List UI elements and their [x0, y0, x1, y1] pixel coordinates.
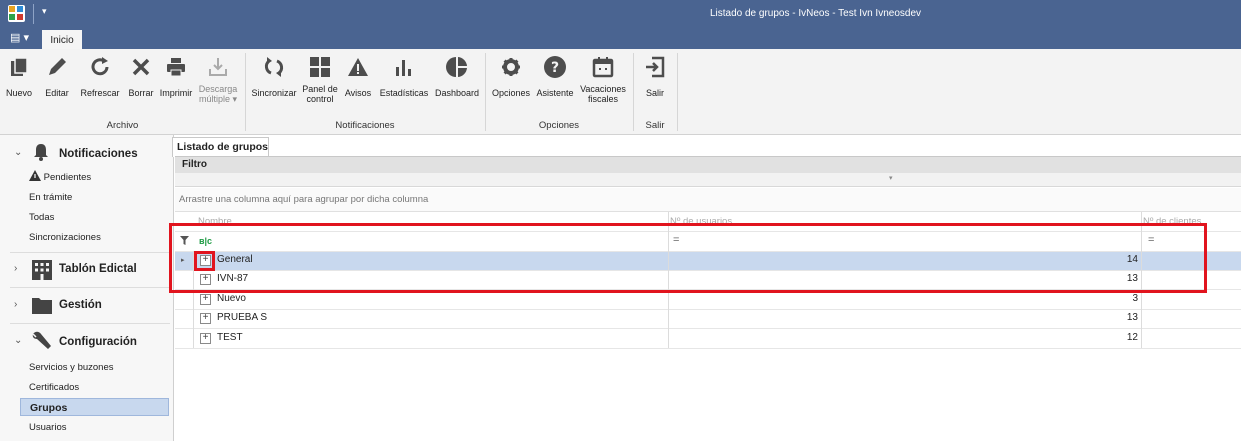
group-label-opciones: Opciones	[538, 120, 580, 131]
x-icon	[132, 58, 150, 76]
folder-icon	[32, 298, 52, 314]
table-row[interactable]: + TEST 12	[175, 329, 1241, 348]
expand-row-icon[interactable]: +	[200, 313, 211, 324]
group-by-panel[interactable]: Arrastre una columna aquí para agrupar p…	[175, 188, 1241, 212]
section-divider	[10, 287, 170, 288]
svg-text:?: ?	[551, 60, 559, 76]
refrescar-button[interactable]: Refrescar	[78, 53, 122, 117]
help-icon: ?	[544, 56, 566, 78]
cell-nombre: TEST	[217, 332, 243, 343]
window-title: Listado de grupos - IvNeos - Test Ivn Iv…	[709, 8, 922, 19]
filter-header[interactable]: Filtro	[175, 157, 1241, 173]
dashboard-grid-icon	[310, 57, 330, 77]
cell-usuarios: 3	[1132, 293, 1138, 304]
tab-inicio[interactable]: Inicio	[42, 28, 82, 49]
building-icon	[32, 260, 52, 280]
cell-nombre: PRUEBA S	[217, 312, 268, 323]
sync-icon	[264, 57, 284, 77]
nuevo-button[interactable]: Nuevo	[4, 53, 34, 117]
warning-icon	[348, 58, 368, 76]
borrar-button[interactable]: Borrar	[125, 53, 157, 117]
wrench-icon	[32, 331, 51, 349]
printer-icon	[167, 58, 185, 77]
sidebar-item-certificados[interactable]: Certificados	[29, 379, 79, 397]
cell-usuarios: 13	[1126, 312, 1138, 323]
refresh-icon	[91, 57, 109, 76]
bell-icon	[34, 144, 48, 161]
highlight-annotation	[194, 251, 215, 271]
chevron-right-icon[interactable]: ›	[14, 299, 17, 310]
chevron-down-icon[interactable]: ⌄	[14, 335, 22, 346]
expand-row-icon[interactable]: +	[200, 294, 211, 305]
calendar-icon	[592, 57, 614, 78]
descarga-multiple-button[interactable]: Descarga múltiple ▾	[196, 53, 240, 117]
gear-icon	[502, 58, 520, 76]
sidebar-item-grupos[interactable]: Grupos	[20, 398, 169, 416]
group-label-notificaciones: Notificaciones	[335, 120, 395, 131]
expand-row-icon[interactable]: +	[200, 333, 211, 344]
imprimir-button[interactable]: Imprimir	[159, 53, 193, 117]
sidebar-item-usuarios[interactable]: Usuarios	[29, 419, 67, 437]
filter-collapse-bar[interactable]: ▾	[175, 173, 1241, 187]
section-divider	[10, 323, 170, 324]
dashboard-button[interactable]: Dashboard	[432, 53, 482, 117]
sidebar-item-en-tramite[interactable]: En trámite	[29, 189, 72, 207]
file-menu-button[interactable]: ▤ ▾	[10, 31, 29, 44]
ribbon-tabs: ▤ ▾ Inicio	[0, 28, 1241, 49]
section-notificaciones[interactable]: ⌄ Notificaciones	[0, 139, 170, 169]
cell-nombre: Nuevo	[217, 293, 246, 304]
content-panel: Filtro ▾ Arrastre una columna aquí para …	[169, 156, 1241, 441]
grid-line	[175, 309, 1241, 310]
highlight-annotation	[169, 223, 1207, 293]
warning-icon	[29, 170, 41, 181]
exit-icon	[646, 56, 665, 78]
table-row[interactable]: + PRUEBA S 13	[175, 309, 1241, 328]
download-icon	[209, 58, 227, 76]
group-separator	[677, 53, 678, 131]
section-tablon-edictal[interactable]: › Tablón Edictal	[0, 253, 170, 287]
asistente-button[interactable]: ? Asistente	[535, 53, 575, 117]
group-label-salir: Salir	[645, 120, 665, 131]
new-doc-icon	[11, 57, 28, 76]
estadisticas-button[interactable]: Estadísticas	[378, 53, 430, 117]
cell-usuarios: 12	[1126, 332, 1138, 343]
navigation-sidebar: ⌄ Notificaciones Pendientes En trámite T…	[0, 135, 174, 441]
sidebar-item-sincronizaciones[interactable]: Sincronizaciones	[29, 229, 101, 247]
group-label-archivo: Archivo	[106, 120, 139, 131]
grid-line	[175, 348, 1241, 349]
sidebar-item-servicios-y-buzones[interactable]: Servicios y buzones	[29, 359, 113, 377]
chevron-down-icon[interactable]: ⌄	[14, 147, 22, 158]
sidebar-item-pendientes[interactable]: Pendientes	[29, 169, 91, 187]
panel-de-control-button[interactable]: Panel de control	[299, 53, 341, 117]
vacaciones-fiscales-button[interactable]: Vacaciones fiscales	[577, 53, 629, 117]
avisos-button[interactable]: Avisos	[342, 53, 374, 117]
section-configuracion[interactable]: ⌄ Configuración	[0, 325, 170, 359]
chevron-down-icon: ▾	[889, 175, 893, 182]
salir-button[interactable]: Salir	[638, 53, 672, 117]
grid-line	[175, 328, 1241, 329]
ribbon: Nuevo Editar Refrescar Borrar Imprimir D…	[0, 49, 1241, 135]
sidebar-item-todas[interactable]: Todas	[29, 209, 54, 227]
title-bar: ▾ Listado de grupos - IvNeos - Test Ivn …	[0, 0, 1241, 28]
sincronizar-button[interactable]: Sincronizar	[250, 53, 298, 117]
editar-button[interactable]: Editar	[42, 53, 72, 117]
tab-listado-de-grupos[interactable]: Listado de grupos	[172, 137, 269, 157]
pie-chart-icon	[446, 57, 467, 77]
section-gestion[interactable]: › Gestión	[0, 289, 170, 323]
bar-chart-icon	[396, 60, 411, 76]
opciones-button[interactable]: Opciones	[489, 53, 533, 117]
chevron-right-icon[interactable]: ›	[14, 263, 17, 274]
pencil-icon	[49, 58, 66, 75]
